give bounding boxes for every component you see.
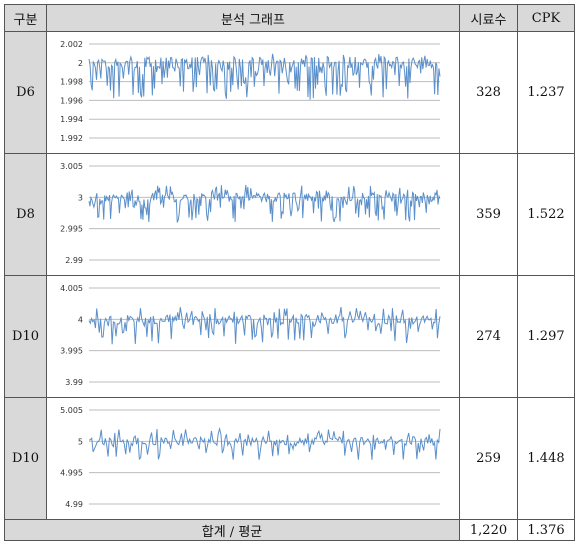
footer-row: 합계 / 평균 1,220 1.376 [4, 519, 575, 541]
cpk-value: 1.237 [517, 31, 575, 154]
header-category: 구분 [4, 4, 47, 32]
cpk-value: 1.448 [517, 397, 575, 520]
spc-analysis-table: 구분 분석 그래프 시료수 CPK D6 2.002 2 1.998 1.996 1.9… [4, 4, 575, 541]
sample-count: 259 [459, 397, 518, 520]
control-chart-d10-b: 5.005 5 4.995 4.99 [60, 406, 441, 509]
y-tick-label: 3.005 [60, 162, 83, 171]
y-tick-label: 5 [78, 437, 83, 446]
y-tick-label: 4.99 [65, 500, 83, 509]
y-tick-label: 5.005 [60, 406, 83, 415]
cpk-value: 1.297 [517, 275, 575, 398]
y-tick-label: 2.99 [65, 256, 83, 265]
measurement-series-line [88, 53, 441, 100]
measurement-series-line [88, 306, 441, 345]
y-tick-label: 3 [78, 193, 83, 202]
control-chart-d10-a: 4.005 4 3.995 3.99 [60, 284, 441, 387]
table-row: D10 5.005 5 4.995 4.99 259 1.448 [4, 397, 575, 520]
y-tick-label: 1.996 [60, 96, 83, 105]
cpk-average: 1.376 [517, 519, 575, 541]
row-label: D10 [4, 397, 47, 520]
y-tick-label: 3.99 [65, 378, 83, 387]
control-chart-d6: 2.002 2 1.998 1.996 1.994 1.992 [60, 40, 441, 143]
table-row: D6 2.002 2 1.998 1.996 1.994 1.992 328 1.237 [4, 31, 575, 154]
chart-cell: 5.005 5 4.995 4.99 [46, 397, 460, 520]
footer-label: 합계 / 평균 [4, 519, 460, 541]
sample-count: 274 [459, 275, 518, 398]
control-chart-d8: 3.005 3 2.995 2.99 [60, 162, 441, 265]
header-samples: 시료수 [459, 4, 518, 32]
chart-cell: 2.002 2 1.998 1.996 1.994 1.992 [46, 31, 460, 154]
y-tick-label: 2.995 [60, 225, 83, 234]
y-tick-label: 1.992 [60, 134, 83, 143]
y-tick-label: 2 [78, 59, 83, 68]
y-tick-label: 3.995 [60, 347, 83, 356]
row-label: D8 [4, 153, 47, 276]
header-cpk: CPK [517, 4, 575, 32]
sample-count: 359 [459, 153, 518, 276]
table-row: D8 3.005 3 2.995 2.99 359 1.522 [4, 153, 575, 276]
row-label: D10 [4, 275, 47, 398]
y-tick-label: 4.005 [60, 284, 83, 293]
y-tick-label: 4 [78, 315, 83, 324]
measurement-series-line [88, 184, 441, 223]
header-row: 구분 분석 그래프 시료수 CPK [4, 4, 575, 32]
sample-count: 328 [459, 31, 518, 154]
y-tick-label: 1.994 [60, 115, 83, 124]
header-chart: 분석 그래프 [46, 4, 460, 32]
measurement-series-line [88, 426, 441, 460]
chart-cell: 3.005 3 2.995 2.99 [46, 153, 460, 276]
y-tick-label: 2.002 [60, 40, 83, 49]
y-tick-label: 4.995 [60, 469, 83, 478]
cpk-value: 1.522 [517, 153, 575, 276]
table-row: D10 4.005 4 3.995 3.99 274 1.297 [4, 275, 575, 398]
samples-total: 1,220 [459, 519, 518, 541]
chart-cell: 4.005 4 3.995 3.99 [46, 275, 460, 398]
row-label: D6 [4, 31, 47, 154]
y-tick-label: 1.998 [60, 78, 83, 87]
